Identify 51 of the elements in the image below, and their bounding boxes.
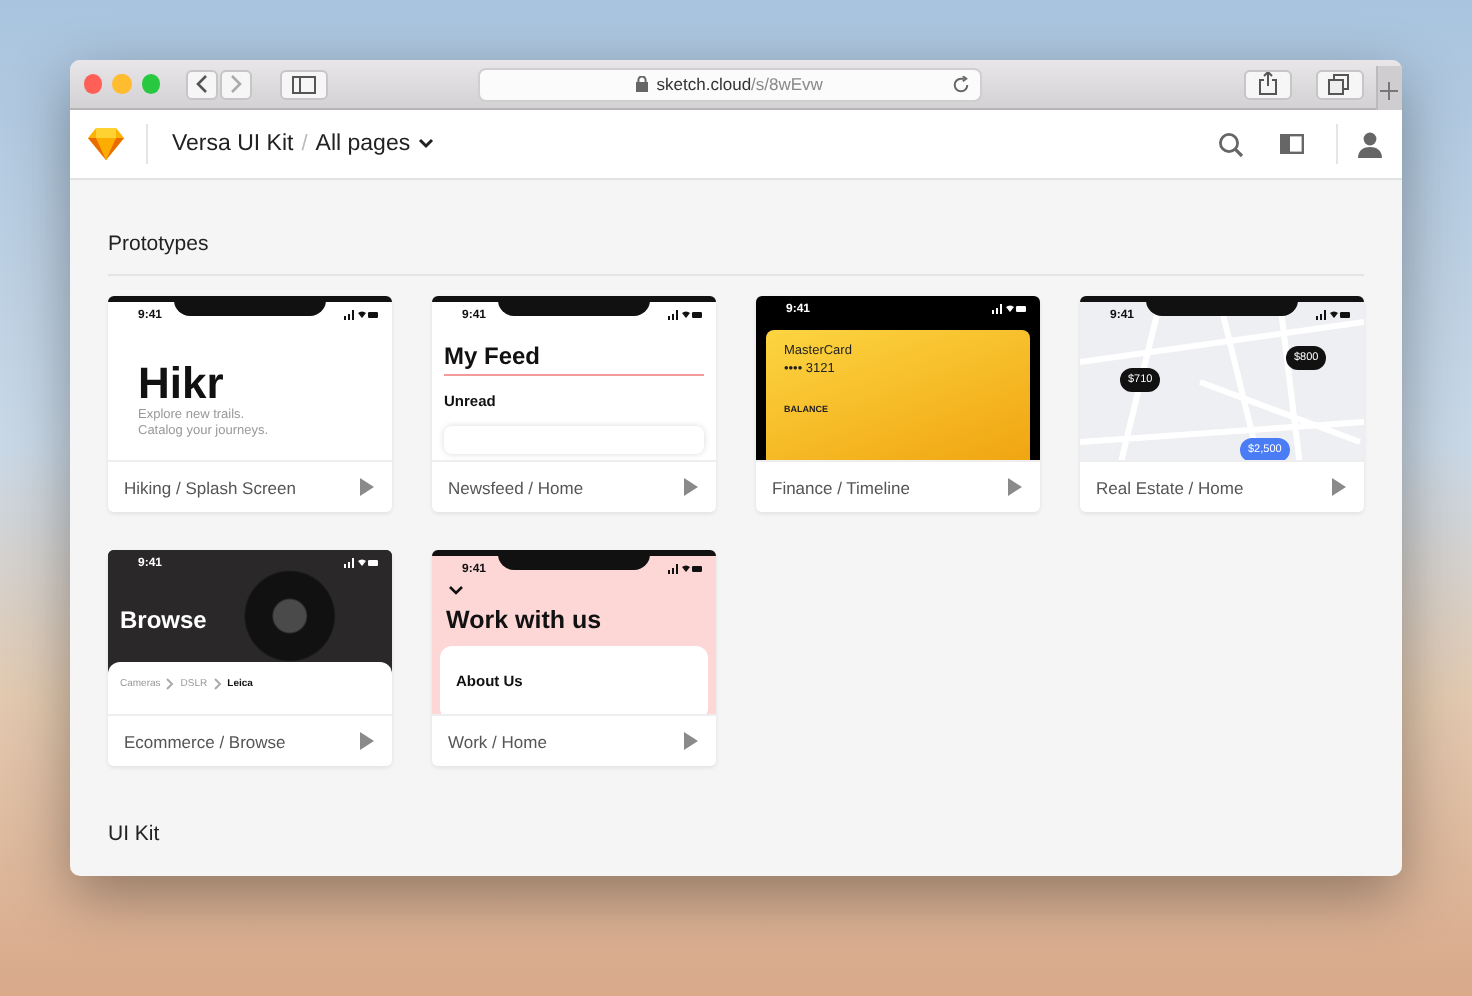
- play-icon[interactable]: [360, 732, 374, 750]
- sidebar-toggle-icon[interactable]: [1280, 134, 1304, 154]
- new-tab-button[interactable]: [1375, 66, 1402, 114]
- tabs-button[interactable]: [1315, 69, 1364, 99]
- card-title: Newsfeed / Home: [448, 477, 584, 497]
- section-heading: Prototypes: [108, 232, 211, 256]
- reload-icon[interactable]: [951, 75, 970, 93]
- card-title: Ecommerce / Browse: [124, 731, 286, 751]
- address-bar[interactable]: sketch.cloud/s/8wEvw: [477, 67, 982, 101]
- forward-icon: [227, 74, 244, 94]
- status-icons: [344, 310, 378, 320]
- plus-icon: [1380, 81, 1399, 99]
- chevron-down-icon: [418, 138, 435, 150]
- lock-icon: [636, 76, 649, 92]
- status-icons: [344, 558, 378, 568]
- user-icon[interactable]: [1358, 131, 1382, 157]
- close-button[interactable]: [84, 74, 103, 94]
- play-icon[interactable]: [360, 478, 374, 496]
- card-title: Real Estate / Home: [1096, 477, 1244, 497]
- status-icons: [668, 564, 702, 574]
- feed-title: My Feed: [444, 342, 704, 376]
- share-icon: [1257, 72, 1278, 96]
- back-icon: [193, 74, 210, 94]
- card-title: Hiking / Splash Screen: [124, 477, 296, 497]
- share-button[interactable]: [1243, 69, 1292, 99]
- diamond-logo-icon[interactable]: [88, 128, 124, 160]
- chevron-icon: [213, 678, 222, 690]
- page-title: Work with us: [446, 606, 604, 634]
- breadcrumb-separator: /: [301, 132, 308, 156]
- sidebar-button[interactable]: [279, 69, 328, 99]
- play-icon[interactable]: [684, 478, 698, 496]
- tabs-icon: [1328, 73, 1351, 95]
- search-icon[interactable]: [1218, 131, 1244, 157]
- pages-dropdown[interactable]: All pages: [315, 132, 435, 156]
- card-title: Finance / Timeline: [772, 477, 910, 497]
- status-icons: [992, 304, 1026, 314]
- app-title: Hikr: [138, 360, 226, 408]
- chevron-icon: [166, 678, 175, 690]
- play-icon[interactable]: [1332, 478, 1346, 496]
- section-heading: UI Kit: [108, 822, 162, 846]
- browse-title: Browse: [120, 606, 209, 634]
- play-icon[interactable]: [1008, 478, 1022, 496]
- play-icon[interactable]: [684, 732, 698, 750]
- sidebar-icon: [291, 75, 316, 93]
- status-icons: [668, 310, 702, 320]
- status-icons: [1316, 310, 1350, 320]
- card-title: Work / Home: [448, 731, 547, 751]
- project-title[interactable]: Versa UI Kit: [172, 132, 294, 156]
- chevron-down-icon[interactable]: [448, 586, 464, 596]
- back-button[interactable]: [185, 69, 218, 99]
- url-text: sketch.cloud/s/8wEvw: [656, 74, 823, 94]
